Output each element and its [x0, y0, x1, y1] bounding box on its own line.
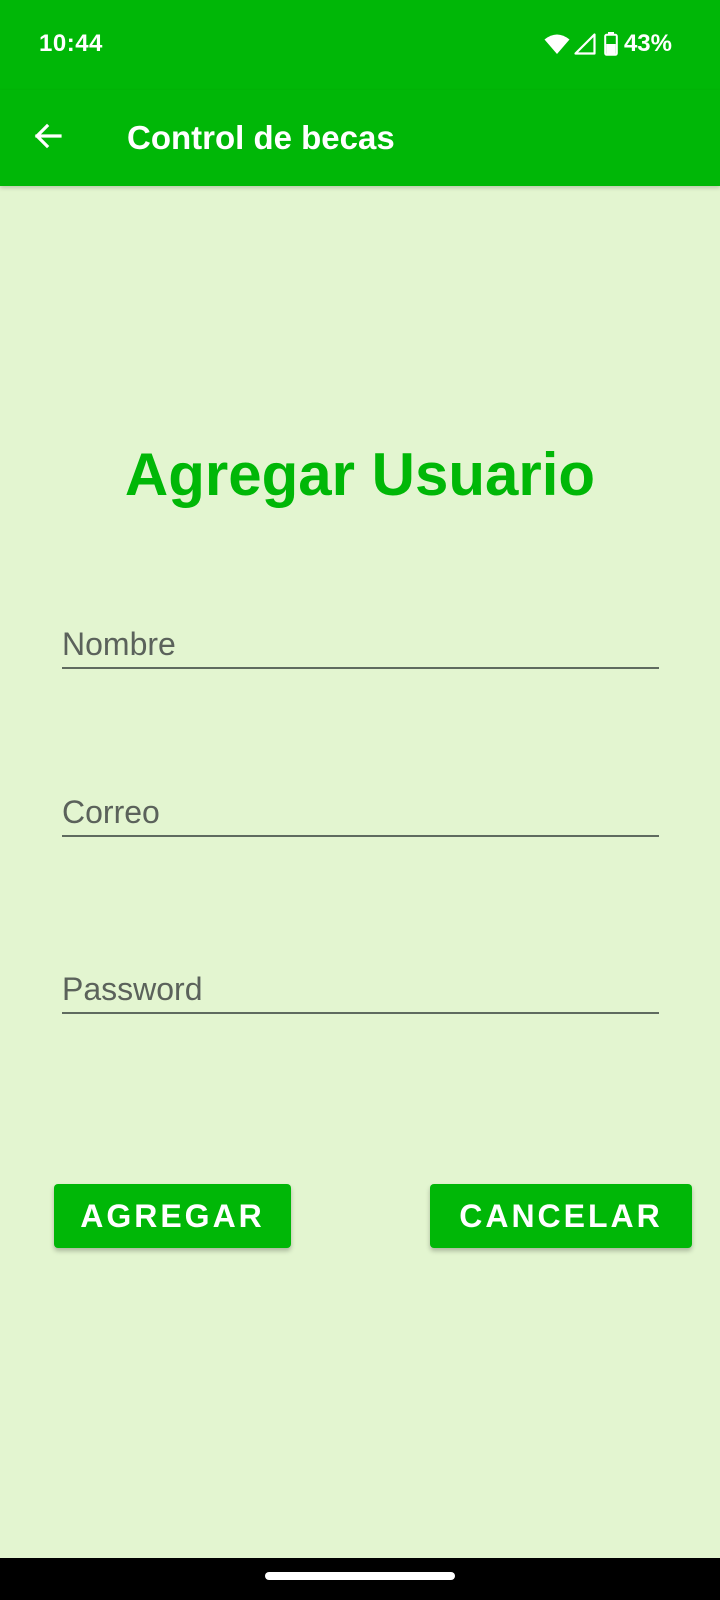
- status-bar: 10:44 43%: [0, 0, 720, 90]
- cancelar-button[interactable]: CANCELAR: [430, 1184, 692, 1248]
- navigation-bar: [0, 1558, 720, 1600]
- status-time: 10:44: [39, 30, 103, 57]
- password-field[interactable]: [62, 966, 659, 1014]
- signal-icon: [574, 33, 596, 55]
- app-bar: Control de becas: [0, 90, 720, 186]
- page-title: Agregar Usuario: [124, 441, 596, 508]
- agregar-button[interactable]: AGREGAR: [54, 1184, 291, 1248]
- status-icons: 43%: [544, 30, 672, 58]
- wifi-icon: [544, 33, 570, 55]
- battery-percentage: 43%: [623, 30, 672, 57]
- arrow-left-icon: [33, 121, 63, 156]
- battery-icon: [604, 32, 618, 56]
- app-title: Control de becas: [127, 119, 395, 156]
- correo-field[interactable]: [62, 789, 659, 837]
- back-button[interactable]: [24, 114, 72, 162]
- home-gesture-handle[interactable]: [265, 1572, 455, 1580]
- nombre-field[interactable]: [62, 621, 659, 669]
